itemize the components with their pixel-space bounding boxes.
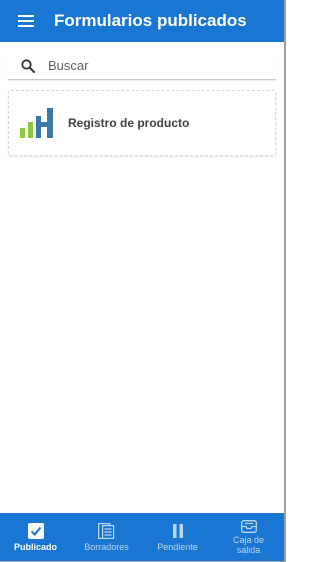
drafts-icon bbox=[98, 522, 115, 540]
nav-item-pendiente[interactable]: Pendiente bbox=[142, 513, 213, 561]
outbox-icon bbox=[240, 519, 257, 533]
nav-label: Publicado bbox=[13, 542, 57, 552]
nav-item-caja-de-salida[interactable]: Caja de salida bbox=[213, 513, 284, 561]
hamburger-menu-icon bbox=[18, 15, 34, 27]
form-title: Registro de producto bbox=[68, 116, 190, 130]
nav-label: Caja de salida bbox=[232, 535, 265, 555]
pause-icon bbox=[172, 522, 184, 540]
nav-item-publicado[interactable]: Publicado bbox=[0, 513, 71, 561]
bar-chart-logo-icon bbox=[20, 108, 53, 138]
bottom-navigation: Publicado Borradores Pendiente Caja de s… bbox=[0, 513, 284, 561]
search-input[interactable] bbox=[48, 53, 268, 78]
nav-label: Pendiente bbox=[157, 542, 198, 552]
nav-label: Borradores bbox=[84, 542, 129, 552]
app-screen: Formularios publicados Registro de produ… bbox=[0, 0, 286, 562]
menu-button[interactable] bbox=[8, 0, 44, 42]
search-icon[interactable] bbox=[18, 56, 38, 76]
nav-item-borradores[interactable]: Borradores bbox=[71, 513, 142, 561]
page-title: Formularios publicados bbox=[54, 11, 247, 30]
checkbox-icon bbox=[27, 522, 44, 540]
search-bar bbox=[8, 52, 276, 80]
form-card-registro-de-producto[interactable]: Registro de producto bbox=[8, 90, 276, 156]
app-bar: Formularios publicados bbox=[0, 0, 284, 42]
